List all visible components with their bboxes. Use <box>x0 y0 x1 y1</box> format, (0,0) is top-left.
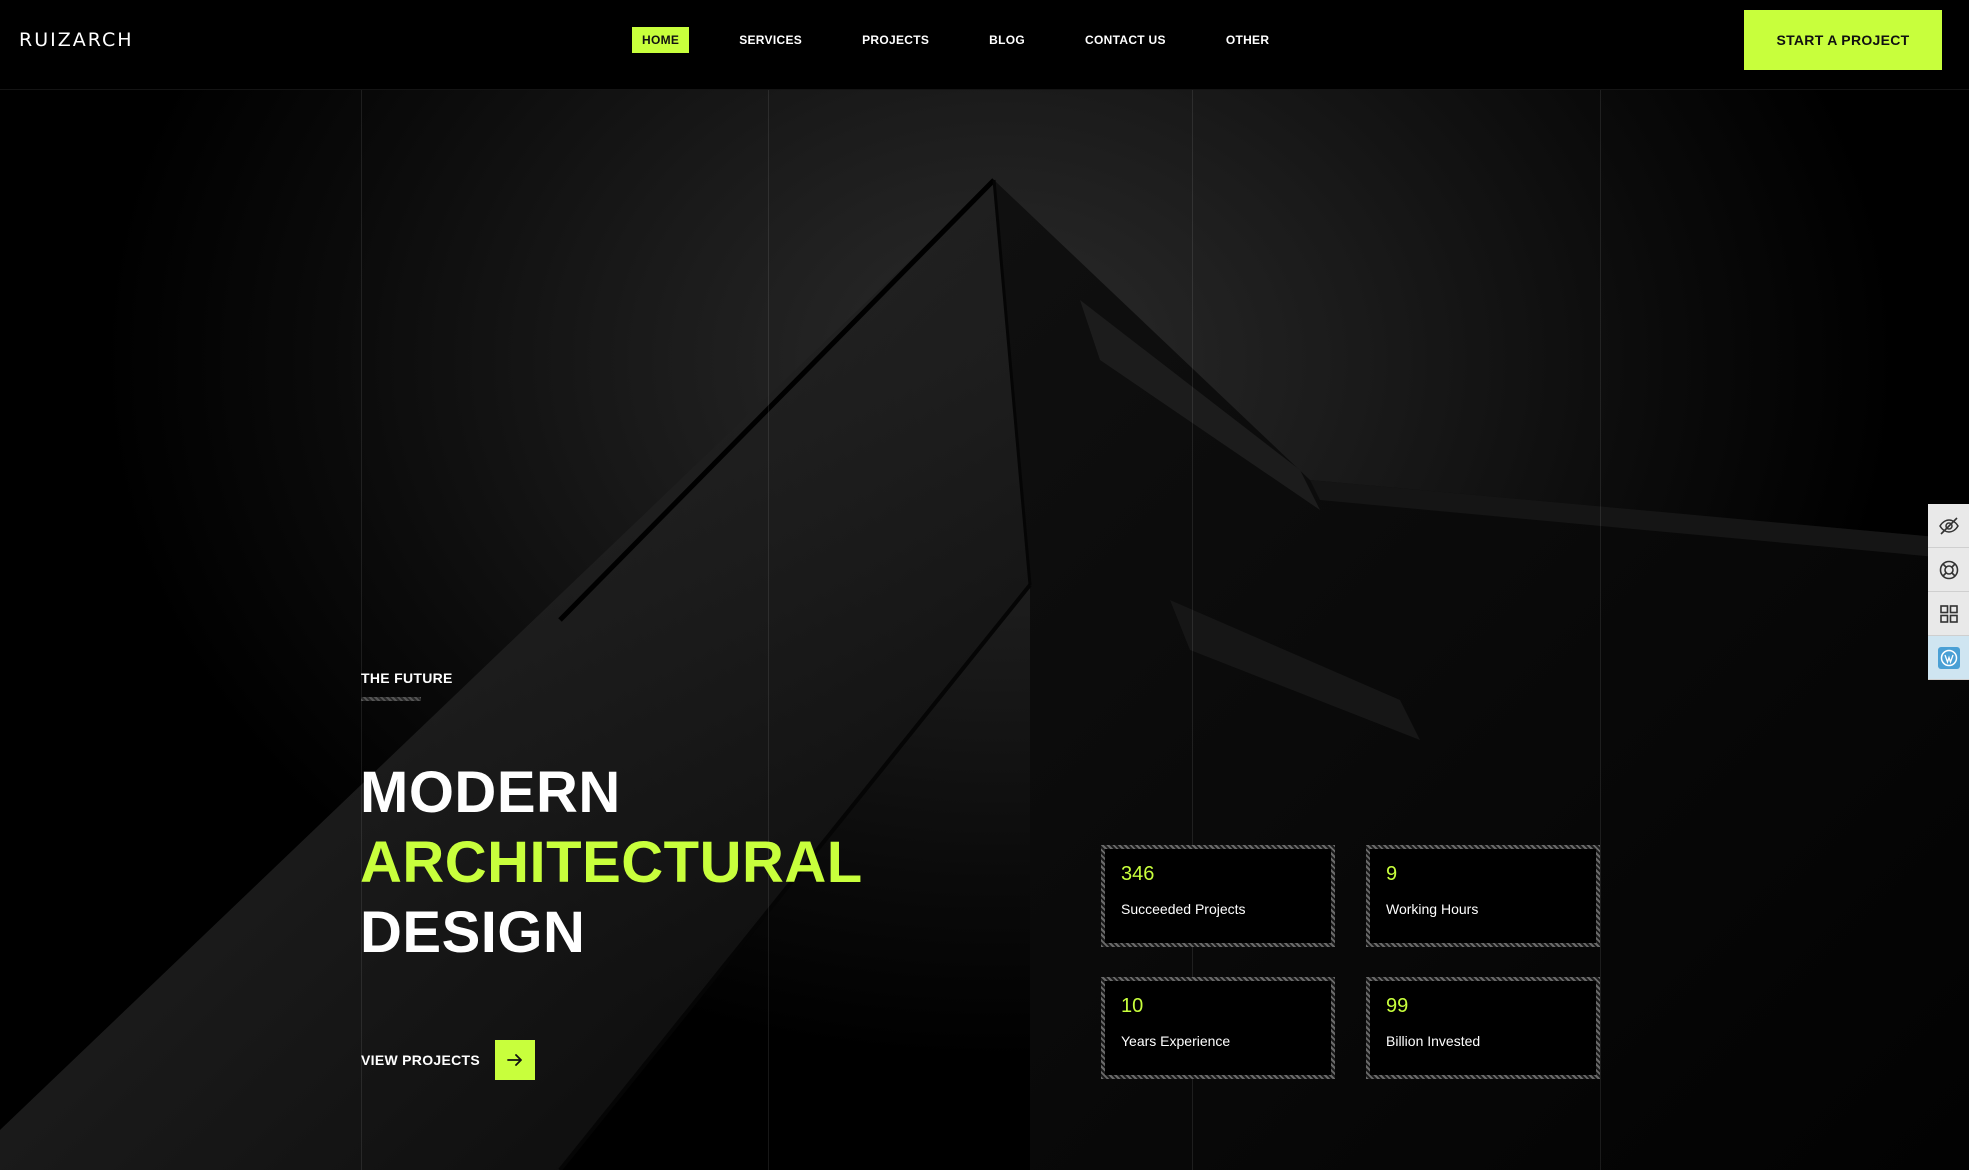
stat-label: Years Experience <box>1121 1033 1231 1049</box>
view-projects-label: VIEW PROJECTS <box>361 1052 481 1068</box>
stat-label: Billion Invested <box>1386 1033 1481 1049</box>
hero-background <box>0 0 1969 1170</box>
building-image <box>0 178 1969 1170</box>
stat-value: 10 <box>1121 995 1144 1017</box>
arrow-right-icon[interactable] <box>495 1040 536 1080</box>
eye-off-icon[interactable] <box>1928 504 1969 548</box>
site-header: RUIZARCH HOME SERVICES PROJECTS BLOG CON… <box>0 0 1969 90</box>
hero-title: MODERN ARCHITECTURAL DESIGN <box>360 758 863 968</box>
grid-line <box>1600 90 1601 1170</box>
nav-item-other[interactable]: OTHER <box>1216 27 1280 53</box>
hero-eyebrow: THE FUTURE <box>361 670 453 686</box>
hero-title-line-1: MODERN <box>360 760 621 825</box>
grid-line <box>361 90 362 1170</box>
start-project-button[interactable]: START A PROJECT <box>1744 10 1942 70</box>
stat-value: 9 <box>1386 863 1398 885</box>
grid-icon[interactable] <box>1928 592 1969 636</box>
side-toolbar <box>1928 504 1969 680</box>
stat-card: 99 Billion Invested <box>1366 977 1600 1079</box>
stat-label: Working Hours <box>1386 901 1479 917</box>
view-projects-link[interactable]: VIEW PROJECTS <box>361 1040 536 1080</box>
nav-item-projects[interactable]: PROJECTS <box>852 27 939 53</box>
stat-label: Succeeded Projects <box>1121 901 1246 917</box>
nav-item-services[interactable]: SERVICES <box>729 27 812 53</box>
stat-card: 346 Succeeded Projects <box>1101 845 1335 947</box>
main-nav: HOME SERVICES PROJECTS BLOG CONTACT US O… <box>632 27 1319 53</box>
lifebuoy-icon[interactable] <box>1928 548 1969 592</box>
hero-title-line-3: DESIGN <box>360 900 586 965</box>
stat-value: 99 <box>1386 995 1409 1017</box>
stat-card: 9 Working Hours <box>1366 845 1600 947</box>
stat-card: 10 Years Experience <box>1101 977 1335 1079</box>
stat-value: 346 <box>1121 863 1155 885</box>
nav-item-blog[interactable]: BLOG <box>979 27 1035 53</box>
eyebrow-divider <box>361 697 421 701</box>
site-logo[interactable]: RUIZARCH <box>19 29 134 51</box>
nav-item-contact-us[interactable]: CONTACT US <box>1075 27 1176 53</box>
hero-title-line-2: ARCHITECTURAL <box>360 830 863 895</box>
wordpress-icon[interactable] <box>1928 636 1969 680</box>
nav-item-home[interactable]: HOME <box>632 27 690 53</box>
grid-line <box>768 90 769 1170</box>
